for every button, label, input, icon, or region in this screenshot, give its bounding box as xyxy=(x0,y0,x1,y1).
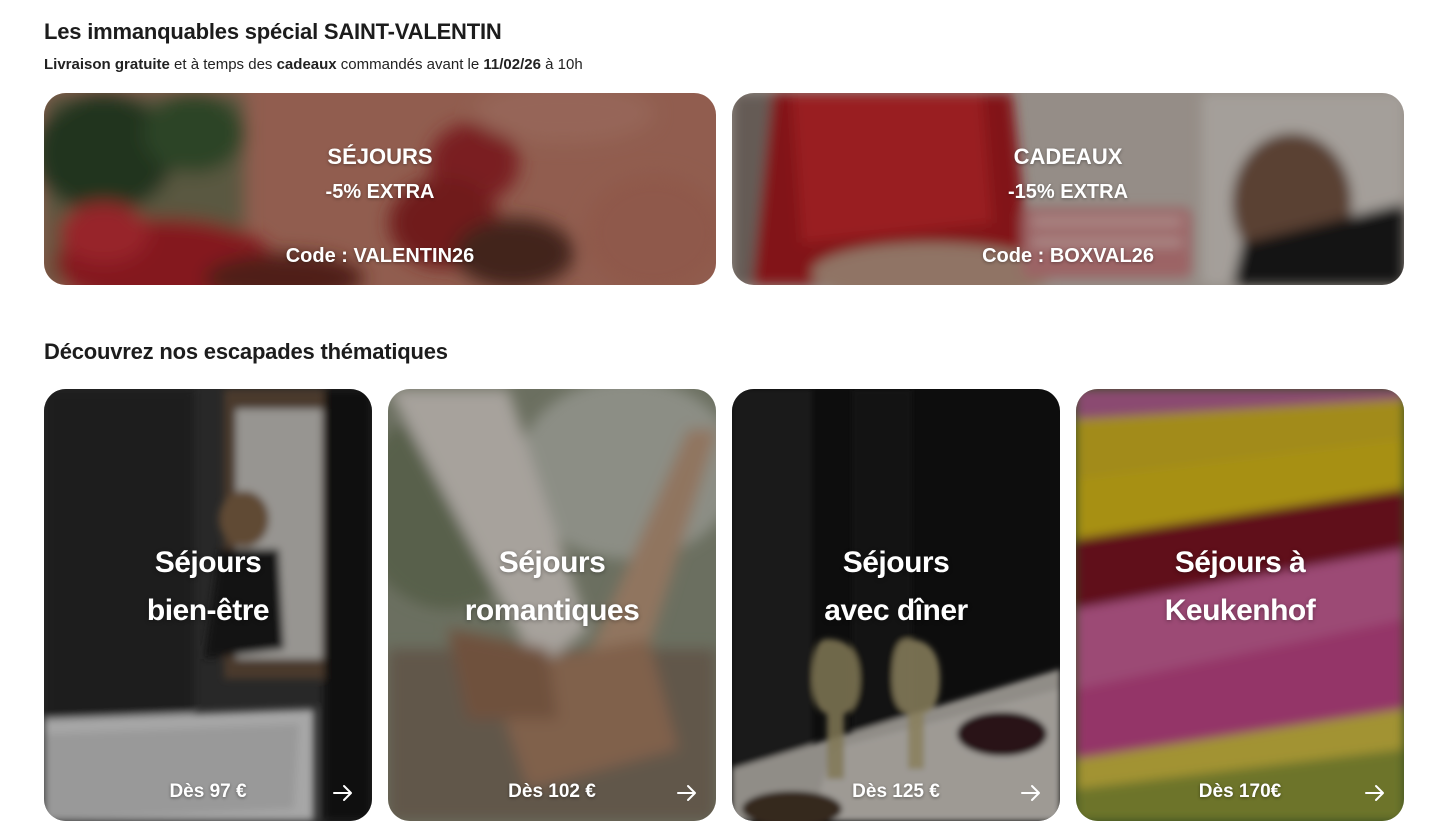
arrow-right-icon[interactable] xyxy=(1020,782,1042,804)
theme-card-price: Dès 97 € xyxy=(169,781,247,802)
theme-card-price: Dès 125 € xyxy=(852,781,940,802)
theme-card-title-line2: bien-être xyxy=(146,594,270,627)
promo-card-gifts[interactable]: CADEAUX -15% EXTRA Code : BOXVAL26 xyxy=(732,93,1404,285)
theme-card-wellness[interactable]: Séjours bien-être Dès 97 € xyxy=(44,389,372,821)
arrow-right-icon[interactable] xyxy=(676,782,698,804)
promo-code: Code : BOXVAL26 xyxy=(982,245,1154,267)
theme-card-romantic[interactable]: Séjours romantiques Dès 102 € xyxy=(388,389,716,821)
theme-card-title-line1: Séjours xyxy=(498,546,606,579)
promo-title: CADEAUX xyxy=(1013,144,1123,169)
theme-card-title-line2: Keukenhof xyxy=(1164,594,1316,627)
theme-card-dinner[interactable]: Séjours avec dîner Dès 125 € xyxy=(732,389,1060,821)
theme-card-title-line2: romantiques xyxy=(464,594,640,627)
arrow-right-icon[interactable] xyxy=(1364,782,1386,804)
arrow-right-icon[interactable] xyxy=(332,782,354,804)
theme-card-title-line1: Séjours xyxy=(154,546,262,579)
delivery-subtitle: Livraison gratuite et à temps des cadeau… xyxy=(44,56,583,73)
subtitle-bold-date: 11/02/26 xyxy=(483,56,541,73)
subtitle-bold-free-delivery: Livraison gratuite xyxy=(44,56,170,73)
promo-title: SÉJOURS xyxy=(327,144,433,169)
promo-card-stays[interactable]: SÉJOURS -5% EXTRA Code : VALENTIN26 xyxy=(44,93,716,285)
subtitle-text-3: à 10h xyxy=(540,56,583,73)
promo-offer: -5% EXTRA xyxy=(325,181,435,203)
promo-code: Code : VALENTIN26 xyxy=(285,245,475,267)
theme-card-title-line2: avec dîner xyxy=(824,594,968,627)
subtitle-text-2: commandés avant le xyxy=(336,56,484,73)
theme-card-title: Séjours bien-être xyxy=(64,539,352,635)
theme-card-price: Dès 102 € xyxy=(508,781,596,802)
theme-card-price: Dès 170€ xyxy=(1198,781,1282,802)
promo-section-title: Les immanquables spécial SAINT-VALENTIN xyxy=(44,19,502,44)
subtitle-bold-gifts: cadeaux xyxy=(276,56,337,73)
theme-card-title: Séjours à Keukenhof xyxy=(1096,539,1384,635)
theme-card-title-line1: Séjours xyxy=(842,546,950,579)
themes-section-title: Découvrez nos escapades thématiques xyxy=(44,339,448,364)
theme-card-title: Séjours romantiques xyxy=(408,539,696,635)
theme-card-title-line1: Séjours à xyxy=(1174,546,1306,579)
promo-offer: -15% EXTRA xyxy=(1007,181,1129,203)
subtitle-text-1: et à temps des xyxy=(169,56,277,73)
theme-card-title: Séjours avec dîner xyxy=(752,539,1040,635)
theme-card-keukenhof[interactable]: Séjours à Keukenhof Dès 170€ xyxy=(1076,389,1404,821)
